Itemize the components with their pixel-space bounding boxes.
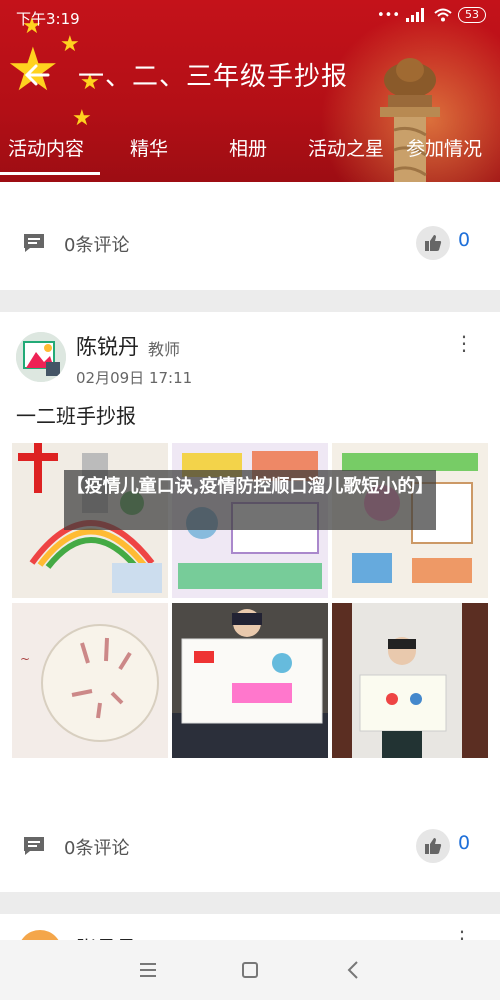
author-name[interactable]: 陈锐丹 [76,331,139,361]
like-button[interactable] [416,829,450,863]
comment-count[interactable]: 0条评论 [64,834,129,860]
author-name[interactable]: 张月月 [76,932,136,940]
tab-highlights[interactable]: 精华 [130,134,168,161]
post-text: 一二班手抄报 [16,404,136,428]
author-role: 教师 [148,340,181,359]
system-nav-bar [0,940,500,1000]
like-count: 0 [458,229,471,251]
back-icon[interactable] [342,958,366,982]
watermark-overlay-text: 【疫情儿童口诀,疫情防控顺口溜儿歌短小的】 [64,470,436,530]
wifi-icon [434,8,452,22]
status-bar: 下午3:19 ••• 53 [0,0,500,36]
star-icon: ★ [72,106,92,131]
svg-text:~: ~ [20,652,30,666]
menu-icon[interactable] [136,958,160,982]
thumbs-up-icon [425,235,442,251]
photo-thumbnail[interactable] [172,603,328,758]
post-actions: 0条评论 0 [0,214,500,274]
photo-thumbnail[interactable]: ~ [12,603,168,758]
comment-icon[interactable] [22,232,46,254]
thumbs-up-icon [425,838,442,854]
avatar-image [16,332,66,382]
avatar[interactable] [18,930,62,940]
tab-album[interactable]: 相册 [229,134,267,161]
comment-count[interactable]: 0条评论 [64,231,129,257]
more-dots-icon: ••• [376,7,400,23]
tab-activity-content[interactable]: 活动内容 [8,134,84,161]
active-tab-indicator [0,172,100,175]
more-options-icon[interactable]: ⋮ [452,328,476,358]
page-title: 一、二、三年级手抄报 [78,62,349,92]
tab-participation[interactable]: 参加情况 [406,134,482,161]
next-post-card: 张月月 教师 ⋮ [0,914,500,940]
back-arrow-icon[interactable] [18,55,58,95]
signal-icon [406,8,424,22]
post-date: 02月09日 17:11 [76,369,193,387]
battery-icon: 53 [458,7,486,23]
photo-thumbnail[interactable] [332,603,488,758]
post-card: 陈锐丹 教师 02月09日 17:11 ⋮ 一二班手抄报 ~ 0条评论 0 [0,312,500,892]
home-icon[interactable] [238,958,262,982]
tab-activity-stars[interactable]: 活动之星 [308,134,384,161]
header-banner: ★ ★ ★ ★ ★ 下午3:19 ••• 53 一、二、三年级手抄报 活动内容 … [0,0,500,182]
status-time: 下午3:19 [16,10,80,28]
post-actions: 0条评论 0 [0,817,500,877]
previous-post-card: 0条评论 0 [0,182,500,290]
tab-bar: 活动内容 精华 相册 活动之星 参加情况 [0,128,500,178]
more-options-icon[interactable]: ⋮ [452,926,472,940]
star-icon: ★ [60,32,80,57]
avatar[interactable] [16,332,66,382]
comment-icon[interactable] [22,835,46,857]
like-count: 0 [458,832,471,854]
like-button[interactable] [416,226,450,260]
